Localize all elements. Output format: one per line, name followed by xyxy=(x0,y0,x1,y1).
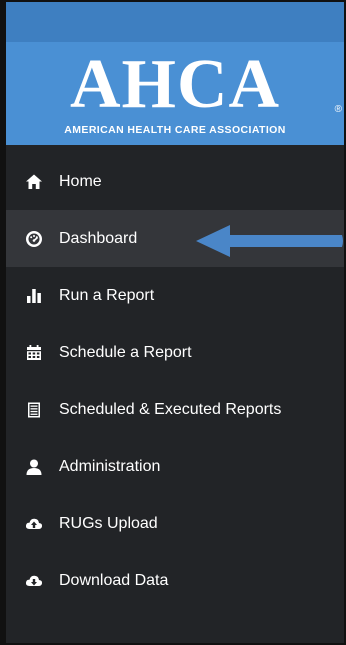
dashboard-icon xyxy=(25,230,43,248)
nav-item-label: Run a Report xyxy=(59,286,155,304)
home-icon xyxy=(25,173,43,191)
nav-item-download-data[interactable]: Download Data xyxy=(6,552,344,609)
arrow-pointer-icon xyxy=(196,225,343,257)
sidebar-nav: Home Dashboard Run a Report Schedule a R… xyxy=(6,153,344,609)
user-icon xyxy=(25,458,43,476)
nav-item-schedule-a-report[interactable]: Schedule a Report xyxy=(6,324,344,381)
nav-item-label: Schedule a Report xyxy=(59,343,192,361)
nav-item-scheduled-executed-reports[interactable]: Scheduled & Executed Reports xyxy=(6,381,344,438)
registered-mark: ® xyxy=(334,104,342,115)
nav-item-rugs-upload[interactable]: RUGs Upload xyxy=(6,495,344,552)
sidebar-frame: AHCA ® AMERICAN HEALTH CARE ASSOCIATION … xyxy=(0,0,346,645)
nav-item-administration[interactable]: Administration xyxy=(6,438,344,495)
nav-item-label: Administration xyxy=(59,457,161,475)
nav-item-label: Scheduled & Executed Reports xyxy=(59,400,282,418)
nav-item-label: Dashboard xyxy=(59,229,138,247)
nav-item-label: Home xyxy=(59,172,102,190)
top-bar xyxy=(6,2,344,42)
bar-chart-icon xyxy=(25,287,43,305)
nav-item-label: RUGs Upload xyxy=(59,514,158,532)
cloud-download-icon xyxy=(25,572,43,590)
nav-item-run-a-report[interactable]: Run a Report xyxy=(6,267,344,324)
nav-item-home[interactable]: Home xyxy=(6,153,344,210)
brand-logo[interactable]: AHCA ® AMERICAN HEALTH CARE ASSOCIATION xyxy=(6,42,344,145)
nav-item-label: Download Data xyxy=(59,571,169,589)
document-list-icon xyxy=(25,401,43,419)
logo-text: AHCA xyxy=(69,46,281,123)
nav-item-dashboard[interactable]: Dashboard xyxy=(6,210,344,267)
cloud-upload-icon xyxy=(25,515,43,533)
calendar-icon xyxy=(25,344,43,362)
logo-tagline: AMERICAN HEALTH CARE ASSOCIATION xyxy=(64,124,286,136)
